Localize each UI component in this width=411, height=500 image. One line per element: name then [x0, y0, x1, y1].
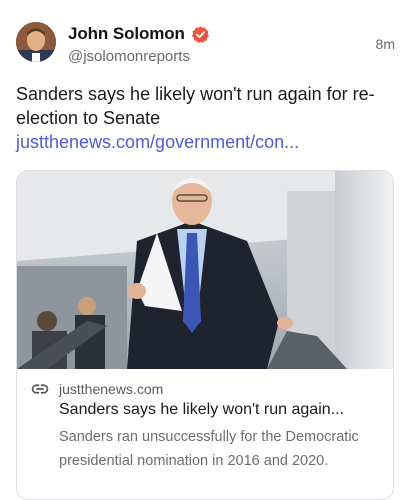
post[interactable]: John Solomon @jsolomonreports 8m Sanders… [0, 0, 411, 500]
link-card[interactable]: justthenews.com Sanders says he likely w… [16, 170, 394, 500]
link-card-domain-row: justthenews.com [31, 379, 381, 399]
verified-badge-icon [191, 25, 210, 44]
link-card-image [17, 171, 393, 369]
link-card-title[interactable]: Sanders says he likely won't run again..… [59, 401, 391, 419]
author-name[interactable]: John Solomon [68, 24, 185, 44]
avatar[interactable] [16, 22, 56, 62]
avatar-image [16, 22, 56, 62]
name-row: John Solomon [68, 24, 210, 44]
link-card-domain: justthenews.com [59, 381, 164, 397]
post-timestamp[interactable]: 8m [376, 36, 395, 52]
link-card-description: Sanders ran unsuccessfully for the Democ… [59, 429, 359, 469]
author-handle[interactable]: @jsolomonreports [68, 48, 190, 65]
post-body-text: Sanders says he likely won't run again f… [16, 84, 375, 128]
link-card-meta: justthenews.com Sanders says he likely w… [17, 369, 393, 483]
post-link[interactable]: justthenews.com/government/con... [16, 132, 299, 152]
post-text: Sanders says he likely won't run again f… [16, 82, 386, 154]
link-icon [31, 380, 49, 398]
post-header: John Solomon @jsolomonreports 8m [16, 22, 395, 70]
